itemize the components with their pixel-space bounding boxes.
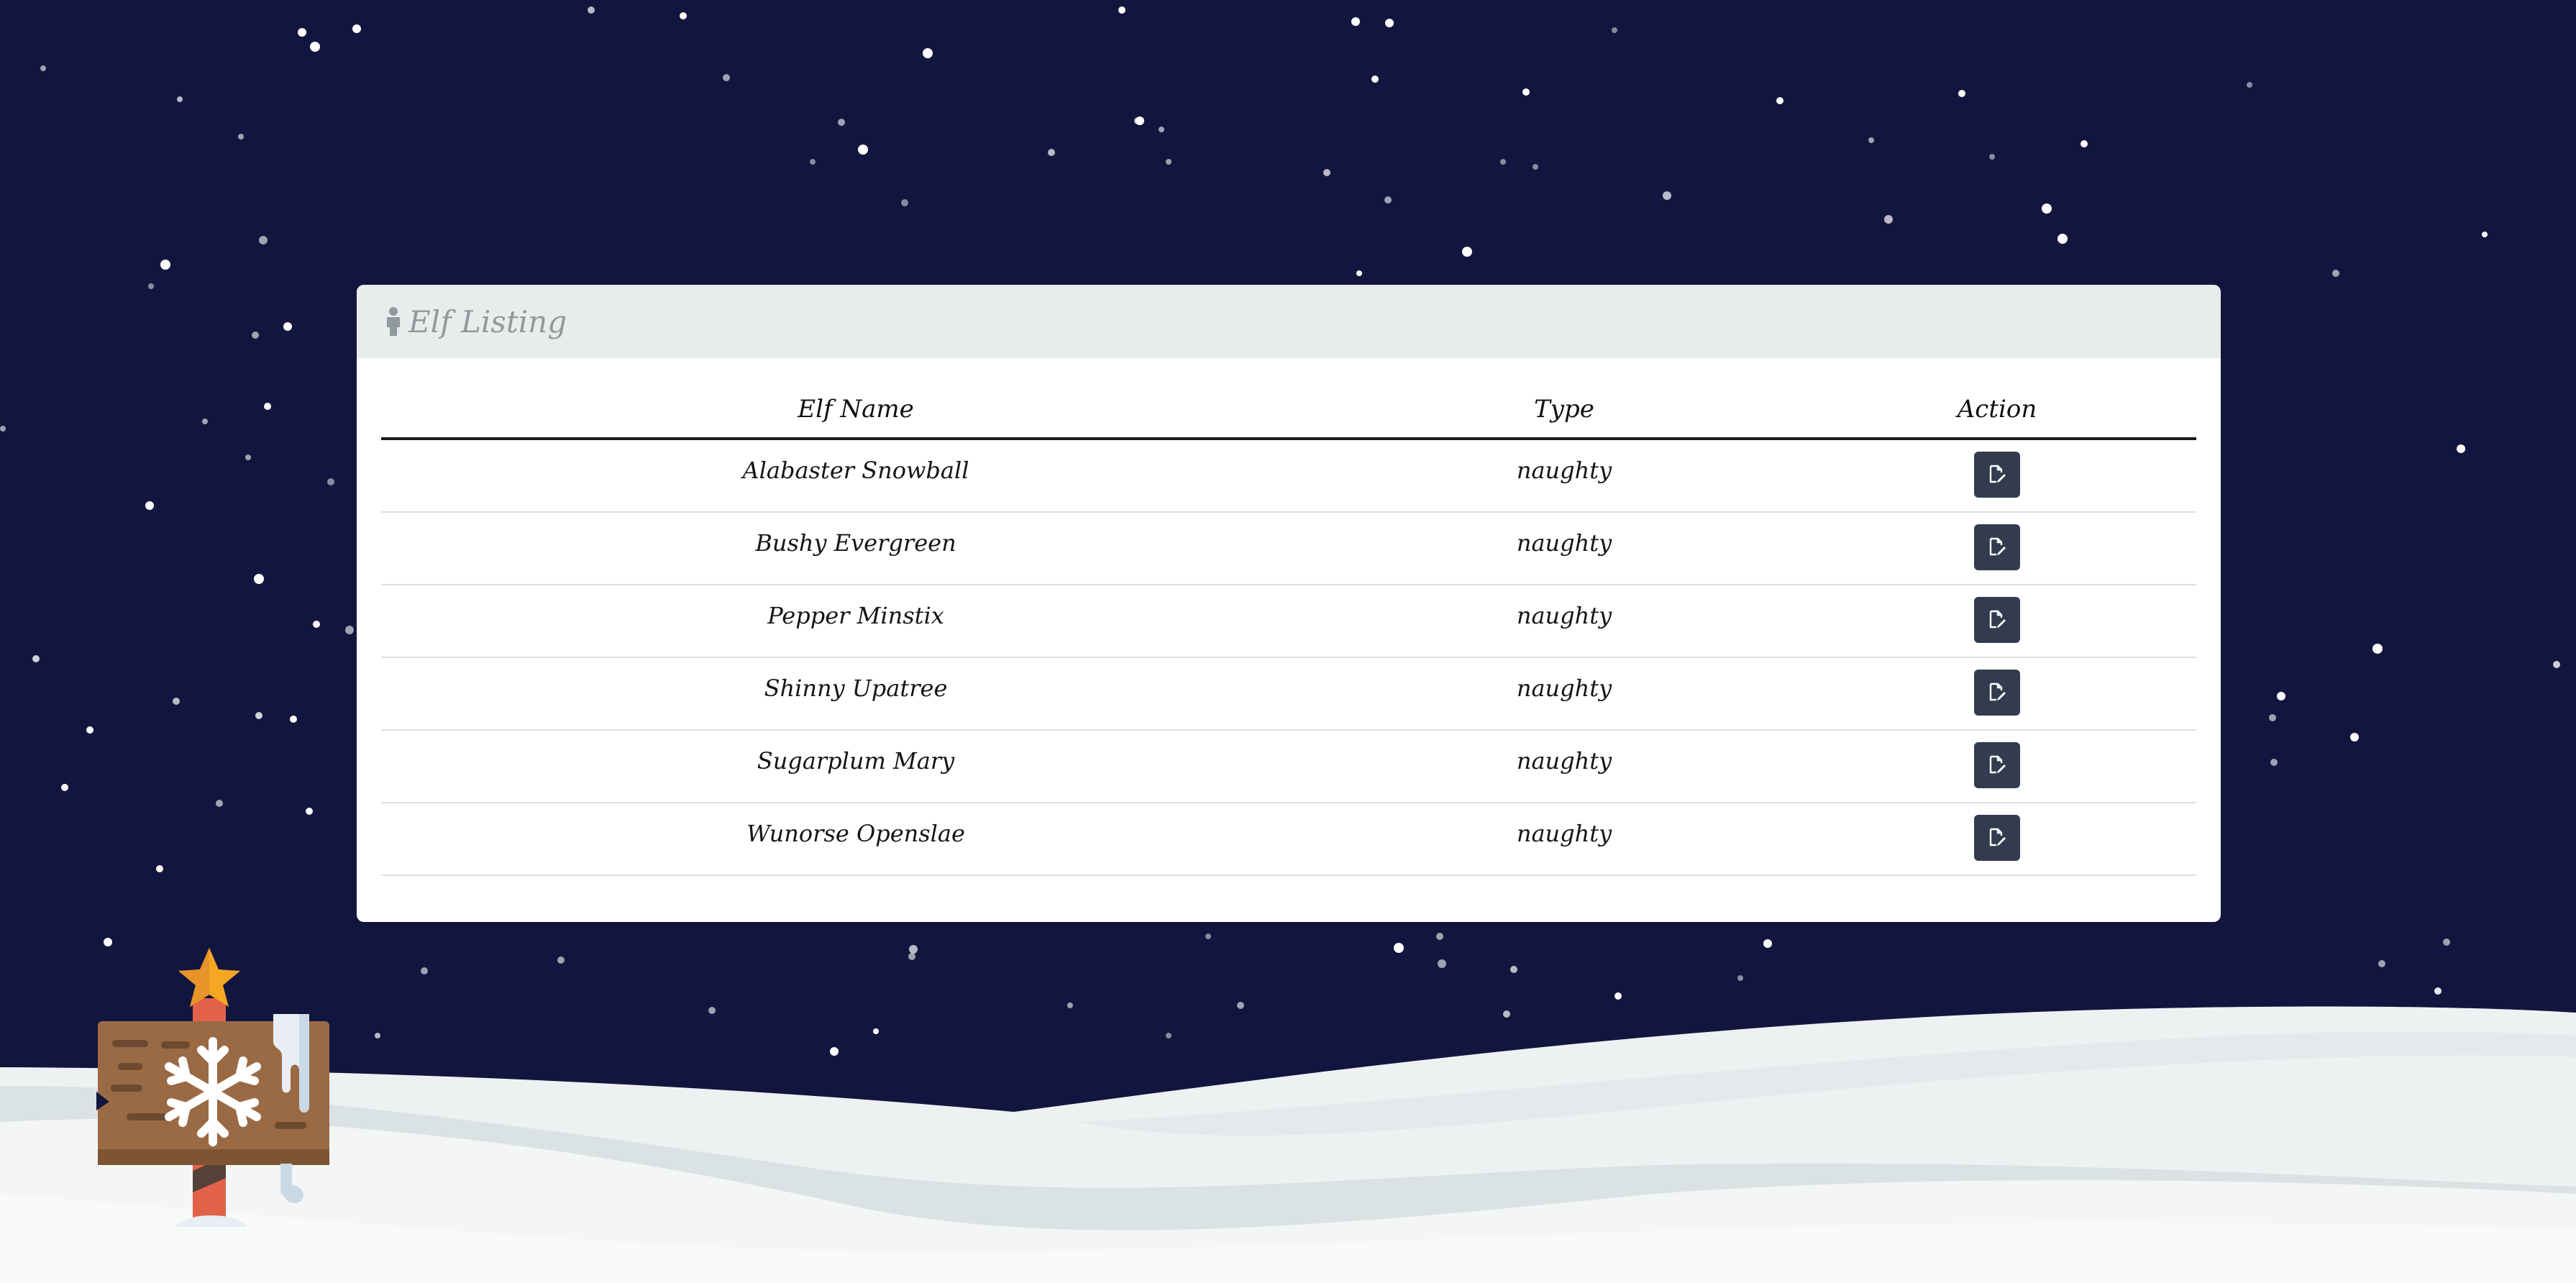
table-row: Sugarplum Mary naughty [381, 730, 2196, 803]
elf-type: naughty [1516, 746, 1612, 775]
elf-name-cell: Alabaster Snowball [381, 439, 1330, 513]
edit-icon [1989, 465, 2006, 483]
column-header-elf-name: Elf Name [381, 381, 1330, 440]
edit-icon [1989, 682, 2006, 700]
action-cell [1798, 803, 2196, 876]
edit-icon [1989, 755, 2006, 773]
table-header-row: Elf Name Type Action [381, 381, 2196, 440]
elf-type-cell: naughty [1330, 730, 1798, 803]
elf-table: Elf Name Type Action Alabaster Snowball … [381, 381, 2196, 876]
panel-title: Elf Listing [408, 303, 567, 339]
elf-name-cell: Pepper Minstix [381, 585, 1330, 658]
elf-type: naughty [1516, 601, 1612, 629]
table-row: Bushy Evergreen naughty [381, 512, 2196, 585]
elf-type: naughty [1516, 529, 1612, 557]
edit-icon [1989, 610, 2006, 628]
edit-icon [1989, 828, 2006, 846]
action-cell [1798, 512, 2196, 585]
elf-type-cell: naughty [1330, 439, 1798, 513]
elf-type: naughty [1516, 674, 1612, 702]
panel-header: Elf Listing [357, 285, 2221, 358]
scene: Elf Listing Elf Name Type Action Alabast… [0, 0, 2576, 1283]
snowflake-signpost [96, 948, 341, 1238]
elf-name: Bushy Evergreen [755, 529, 956, 557]
edit-button[interactable] [1974, 596, 2020, 643]
column-header-action: Action [1798, 381, 2196, 440]
elf-name: Alabaster Snowball [742, 456, 969, 484]
edit-button[interactable] [1974, 524, 2020, 570]
elf-name-cell: Sugarplum Mary [381, 730, 1330, 803]
elf-name: Sugarplum Mary [757, 746, 955, 775]
elf-type-cell: naughty [1330, 803, 1798, 876]
action-cell [1798, 730, 2196, 803]
edit-button[interactable] [1974, 741, 2020, 788]
edit-button[interactable] [1974, 451, 2020, 498]
action-cell [1798, 657, 2196, 731]
elf-type-cell: naughty [1330, 512, 1798, 585]
action-cell [1798, 585, 2196, 658]
action-cell [1798, 439, 2196, 513]
table-row: Wunorse Openslae naughty [381, 803, 2196, 876]
elf-listing-panel: Elf Listing Elf Name Type Action Alabast… [357, 285, 2221, 922]
elf-type-cell: naughty [1330, 657, 1798, 731]
elf-name: Wunorse Openslae [746, 819, 965, 847]
elf-type: naughty [1516, 456, 1612, 484]
table-row: Alabaster Snowball naughty [381, 439, 2196, 513]
elf-name-cell: Wunorse Openslae [381, 803, 1330, 876]
edit-button[interactable] [1974, 814, 2020, 861]
column-header-type: Type [1330, 381, 1798, 440]
elf-name-cell: Shinny Upatree [381, 657, 1330, 731]
elf-type-cell: naughty [1330, 585, 1798, 658]
elf-type: naughty [1516, 819, 1612, 847]
edit-icon [1989, 537, 2006, 555]
person-icon [385, 307, 401, 336]
elf-name-cell: Bushy Evergreen [381, 512, 1330, 585]
edit-button[interactable] [1974, 669, 2020, 716]
table-row: Shinny Upatree naughty [381, 657, 2196, 731]
elf-name: Shinny Upatree [764, 674, 948, 702]
table-row: Pepper Minstix naughty [381, 585, 2196, 658]
elf-name: Pepper Minstix [767, 601, 944, 629]
